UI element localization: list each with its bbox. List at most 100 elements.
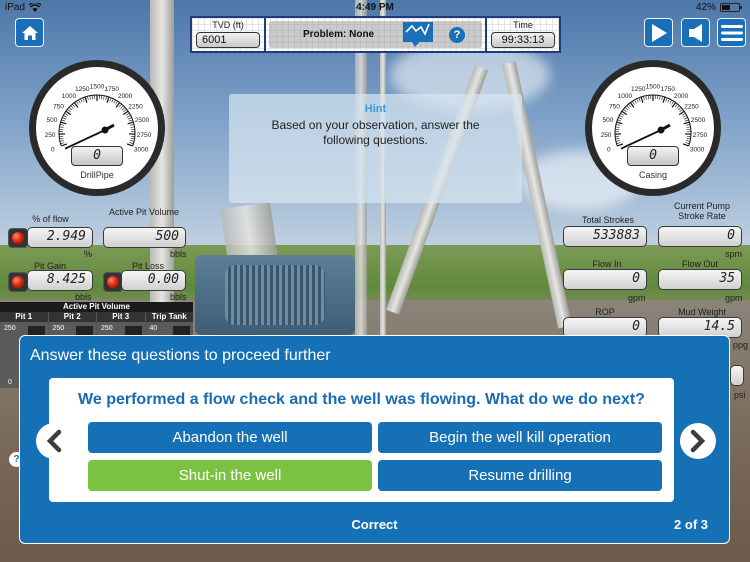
gauge-tick: [87, 96, 89, 101]
gauge-tick: [129, 142, 134, 144]
flow-out-unit: gpm: [725, 293, 743, 303]
gauge-scale-label: 2750: [693, 132, 708, 139]
menu-button[interactable]: [717, 18, 746, 47]
gauge-tick: [674, 103, 678, 108]
speaker-icon: [688, 23, 702, 42]
play-button[interactable]: [644, 18, 673, 47]
pit-loss-unit: bbls: [170, 292, 187, 302]
active-pit-volume-unit: bbls: [170, 249, 187, 259]
pressure-unit: psi: [734, 390, 746, 400]
gauge-tick: [125, 112, 130, 116]
gauge-scale-label: 2500: [135, 117, 150, 124]
problem-cell: Problem: None ?: [266, 18, 485, 51]
gauge-tick: [640, 96, 644, 103]
question-text: We performed a flow check and the well w…: [78, 391, 645, 408]
gauge-tick: [130, 138, 135, 140]
battery-icon: [720, 3, 742, 12]
play-icon: [651, 23, 667, 42]
drillpipe-readout: 0: [71, 146, 123, 166]
gauge-tick: [126, 143, 133, 147]
gauge-tick: [121, 107, 126, 111]
pit-max: 40: [149, 325, 158, 332]
question-counter: 2 of 3: [674, 517, 708, 532]
gauge-tick: [676, 105, 680, 109]
gauge-tick: [89, 95, 91, 100]
pct-flow-label: % of flow: [32, 214, 69, 224]
gauge-arc: [58, 94, 136, 147]
gauge-face: 0 250 500 750 1000 1250 1500 1750 2000 2250 2500 27…: [36, 67, 158, 189]
gauge-hub: [657, 126, 665, 134]
gauge-tick: [618, 117, 623, 120]
pit-min: 0: [8, 379, 12, 386]
sound-button[interactable]: [681, 18, 710, 47]
gauge-tick: [620, 112, 625, 116]
gauge-scale-label: 750: [53, 104, 64, 111]
problem-box: Problem: None ?: [269, 21, 482, 48]
flow-in-value: 0: [563, 269, 647, 290]
gauge-scale-label: 1000: [62, 93, 77, 100]
active-pit-volume-label: Active Pit Volume: [108, 207, 180, 217]
pit-gain-unit: bbls: [75, 292, 92, 302]
answer-shut-in-well[interactable]: Shut-in the well: [88, 460, 372, 491]
gauge-tick: [682, 115, 687, 118]
gauge-tick: [686, 138, 691, 140]
help-button[interactable]: ?: [449, 26, 465, 43]
gauge-tick: [72, 103, 76, 108]
gauge-scale-label: 2250: [128, 104, 143, 111]
rop-label: ROP: [595, 307, 615, 317]
gauge-tick: [632, 100, 635, 105]
home-button[interactable]: [15, 18, 44, 47]
gauge-tick: [686, 124, 691, 126]
gauge-tick: [626, 105, 630, 109]
answer-resume-drilling[interactable]: Resume drilling: [378, 460, 662, 491]
pct-flow-unit: %: [84, 249, 93, 259]
gauge-tick: [61, 119, 66, 122]
pump-stroke-rate-unit: spm: [725, 249, 743, 259]
pit-name: Pit 2: [48, 312, 96, 322]
gauge-tick: [628, 103, 632, 108]
time-label: Time: [513, 20, 533, 30]
chart-icon[interactable]: [403, 22, 433, 47]
flow-out-value: 35: [658, 269, 742, 290]
answer-abandon-well[interactable]: Abandon the well: [88, 422, 372, 453]
pit-name: Pit 3: [97, 312, 145, 322]
gauge-scale-label: 3000: [690, 147, 705, 154]
home-icon: [21, 25, 38, 40]
answer-well-kill[interactable]: Begin the well kill operation: [378, 422, 662, 453]
gauge-tick: [91, 95, 93, 100]
gauge-scale-label: 1000: [618, 93, 633, 100]
pit-name: Pit 1: [0, 312, 48, 322]
gauge-tick: [685, 142, 690, 144]
gauge-tick: [130, 126, 135, 128]
gauge-tick: [679, 109, 683, 112]
gauge-arc: [614, 94, 692, 147]
gauge-tick: [130, 140, 135, 142]
gauge-scale-label: 2500: [691, 117, 706, 124]
previous-question-button[interactable]: [36, 423, 72, 459]
gauge-tick: [59, 124, 64, 126]
answer-status: Correct: [351, 517, 398, 532]
gauge-scale-label: 0: [607, 147, 611, 154]
gauge-tick: [111, 98, 114, 103]
pct-flow-value: 2.949: [27, 227, 93, 248]
gauge-tick: [82, 97, 85, 102]
gauge-tick: [128, 119, 133, 122]
drillpipe-gauge: 0 250 500 750 1000 1250 1500 1750 2000 2250 2500 27…: [29, 60, 165, 196]
gauge-scale-label: 750: [609, 104, 620, 111]
gauge-tick: [113, 99, 116, 104]
gauge-tick: [106, 96, 110, 103]
gauge-tick: [619, 115, 624, 118]
gauge-tick: [686, 126, 691, 128]
tvd-cell: TVD (ft) 6001: [192, 18, 266, 51]
gauge-tick: [64, 112, 69, 116]
gauge-tick: [677, 107, 682, 111]
gauge-tick: [643, 96, 645, 101]
next-question-button[interactable]: [680, 423, 716, 459]
gauge-tick: [617, 119, 622, 122]
gauge-tick: [661, 96, 663, 101]
gauge-tick: [80, 98, 83, 103]
gauge-tick: [671, 100, 674, 105]
gauge-tick: [616, 142, 621, 144]
pit-gain-alarm-light: [8, 272, 28, 292]
gauge-tick: [127, 121, 134, 125]
